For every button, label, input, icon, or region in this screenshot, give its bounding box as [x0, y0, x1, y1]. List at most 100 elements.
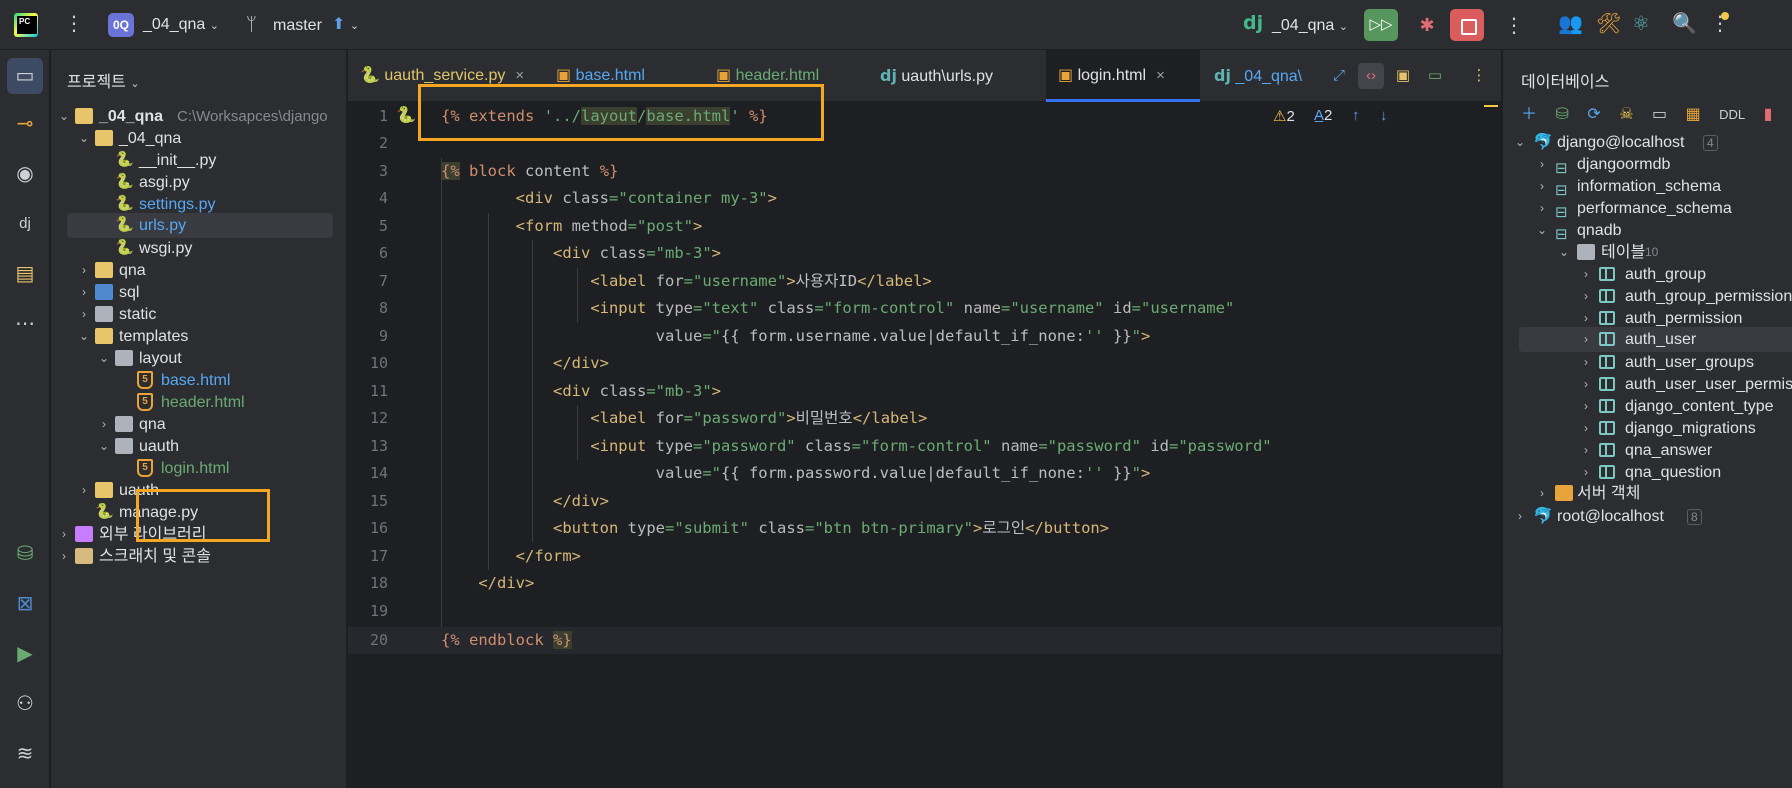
- tab-uauth-urls[interactable]: dj uauth\urls.py: [868, 50, 1038, 102]
- code-editor[interactable]: 1 2 3 4 5 6 7 8 9 10 11 12 13 14 15 16 1…: [348, 103, 1501, 788]
- tab-login-html[interactable]: ▣ login.html ×: [1046, 50, 1200, 102]
- django-icon: dj: [1214, 66, 1231, 85]
- left-tool-stripe: ▭ ⊸ ◉ dj ▤ ⋯ ⛁ ⊠ ▶ ⚇ ≋: [0, 50, 50, 788]
- warning-icon[interactable]: ⚠2: [1273, 107, 1295, 125]
- table-icon: [1599, 311, 1615, 325]
- commit-icon[interactable]: ⊸: [7, 106, 43, 142]
- code-line-18: </div>: [478, 574, 535, 592]
- disconnect-icon[interactable]: ☠: [1619, 104, 1633, 124]
- tree-label: urls.py: [139, 217, 187, 234]
- more-actions-icon[interactable]: ⋮: [1504, 13, 1524, 38]
- code-line-8: <input type="text" class="form-control" …: [590, 299, 1235, 317]
- build-tools-icon[interactable]: 🛠: [1596, 11, 1621, 36]
- count-badge: 8: [1687, 509, 1702, 525]
- line-number: 3: [378, 162, 388, 180]
- code-with-me-icon[interactable]: 👥: [1558, 11, 1583, 36]
- python-gutter-icon[interactable]: 🐍: [396, 105, 416, 124]
- db-connection[interactable]: › 🐬 root@localhost 8: [1503, 504, 1792, 529]
- ai-assistant-icon[interactable]: ⚛: [1632, 11, 1650, 36]
- split-view-icon[interactable]: ▣: [1390, 63, 1416, 89]
- maximize-icon[interactable]: ⤢: [1326, 63, 1352, 89]
- debug-bug-icon[interactable]: ✱: [1412, 10, 1442, 40]
- close-icon[interactable]: ×: [515, 67, 524, 84]
- db-table-selected[interactable]: › auth_user: [1519, 327, 1792, 352]
- run-button[interactable]: ▷▷: [1364, 9, 1398, 41]
- python-file-icon: 🐍: [115, 216, 134, 233]
- database-icon[interactable]: ⛁: [7, 536, 43, 572]
- tab-uauth-service[interactable]: 🐍 uauth_service.py ×: [348, 50, 542, 102]
- services-icon[interactable]: ▤: [7, 256, 43, 292]
- pycharm-logo-icon[interactable]: [14, 13, 38, 37]
- code-line-20: {% endblock %}: [441, 631, 572, 649]
- db-folder[interactable]: › 서버 객체: [1503, 481, 1792, 506]
- table-icon: [1599, 465, 1615, 479]
- search-icon[interactable]: 🔍: [1672, 11, 1697, 36]
- folder-icon: [1577, 244, 1595, 260]
- tree-item[interactable]: › 스크래치 및 콘솔: [51, 544, 346, 569]
- run-config-selector[interactable]: _04_qna ⌄: [1272, 17, 1348, 35]
- templates-folder-icon: [95, 328, 113, 344]
- tree-item-selected[interactable]: 🐍 urls.py: [67, 213, 333, 238]
- code-view-icon[interactable]: ‹›: [1358, 63, 1384, 89]
- refresh-icon[interactable]: ⟳: [1587, 104, 1600, 124]
- more-tools-icon[interactable]: ⋯: [7, 306, 43, 342]
- project-panel-header[interactable]: 프로젝트 ⌄: [67, 68, 140, 92]
- line-number: 5: [378, 217, 388, 235]
- tab-04-qna[interactable]: dj _04_qna\: [1202, 50, 1308, 102]
- notification-dot-icon: [1721, 12, 1729, 20]
- html-file-icon: 5: [137, 371, 153, 389]
- close-icon[interactable]: ×: [1156, 67, 1165, 84]
- console-icon[interactable]: ▭: [1652, 104, 1667, 124]
- folder-icon: [115, 438, 133, 454]
- collapse-arrow-icon[interactable]: ›: [1513, 504, 1527, 529]
- html-file-icon: ▣: [716, 67, 732, 84]
- next-highlight-icon[interactable]: ↓: [1380, 107, 1388, 124]
- line-number: 18: [369, 574, 388, 592]
- code-line-7: <label for="username">사용자ID</label>: [590, 272, 932, 290]
- html-file-icon: 5: [137, 459, 153, 477]
- preview-icon[interactable]: ▭: [1422, 63, 1448, 89]
- jump-to-source-icon[interactable]: ▮: [1764, 104, 1773, 124]
- code-line-10: </div>: [552, 354, 609, 372]
- run-tool-icon[interactable]: ▶: [7, 636, 43, 672]
- folder-icon: [115, 350, 133, 366]
- collapse-arrow-icon[interactable]: ›: [1535, 481, 1549, 506]
- code-line-5: <form method="post">: [515, 217, 703, 235]
- line-number: 15: [369, 492, 388, 510]
- prev-highlight-icon[interactable]: ↑: [1352, 107, 1360, 124]
- tab-header-html[interactable]: ▣ header.html: [704, 50, 844, 102]
- folder-icon: [95, 130, 113, 146]
- push-arrow-icon[interactable]: ⬆ ⌄: [332, 14, 359, 34]
- ddl-button[interactable]: DDL: [1719, 107, 1745, 122]
- add-icon[interactable]: ＋: [1521, 100, 1537, 124]
- tree-label: 스크래치 및 콘솔: [99, 548, 211, 565]
- main-menu-icon[interactable]: ⋮: [64, 13, 84, 35]
- python-console-icon[interactable]: ⚇: [7, 686, 43, 722]
- tab-base-html[interactable]: ▣ base.html: [544, 50, 668, 102]
- line-number: 11: [369, 382, 388, 400]
- tab-label: base.html: [575, 67, 645, 84]
- server-objects-icon: [1555, 485, 1573, 501]
- line-number: 16: [369, 519, 388, 537]
- excel-icon[interactable]: ⊠: [7, 586, 43, 622]
- table-icon: [1599, 355, 1615, 369]
- code-line-13: <input type="password" class="form-contr…: [590, 437, 1272, 455]
- layers-icon[interactable]: ≋: [7, 736, 43, 772]
- stop-button[interactable]: [1450, 9, 1484, 41]
- code-line-16: <button type="submit" class="btn btn-pri…: [552, 519, 1110, 537]
- data-source-icon[interactable]: ⛁: [1555, 104, 1568, 124]
- project-tool-icon[interactable]: ▭: [7, 58, 43, 94]
- collapse-arrow-icon[interactable]: ›: [1579, 327, 1593, 352]
- project-switcher[interactable]: _04_qna ⌄: [143, 16, 219, 34]
- branch-switcher[interactable]: master: [273, 17, 322, 35]
- project-badge[interactable]: 0Q: [108, 13, 134, 37]
- django-structure-icon[interactable]: dj: [7, 206, 43, 242]
- github-icon[interactable]: ◉: [7, 156, 43, 192]
- table-editor-icon[interactable]: ▦: [1686, 104, 1701, 124]
- typo-icon[interactable]: A̲2: [1314, 107, 1332, 124]
- tab-more-icon[interactable]: ⋮: [1466, 63, 1492, 89]
- git-branch-icon[interactable]: ᛘ: [246, 14, 257, 35]
- collapse-arrow-icon[interactable]: ›: [57, 544, 71, 569]
- table-icon: [1599, 377, 1615, 391]
- warning-count: 2: [1286, 108, 1295, 125]
